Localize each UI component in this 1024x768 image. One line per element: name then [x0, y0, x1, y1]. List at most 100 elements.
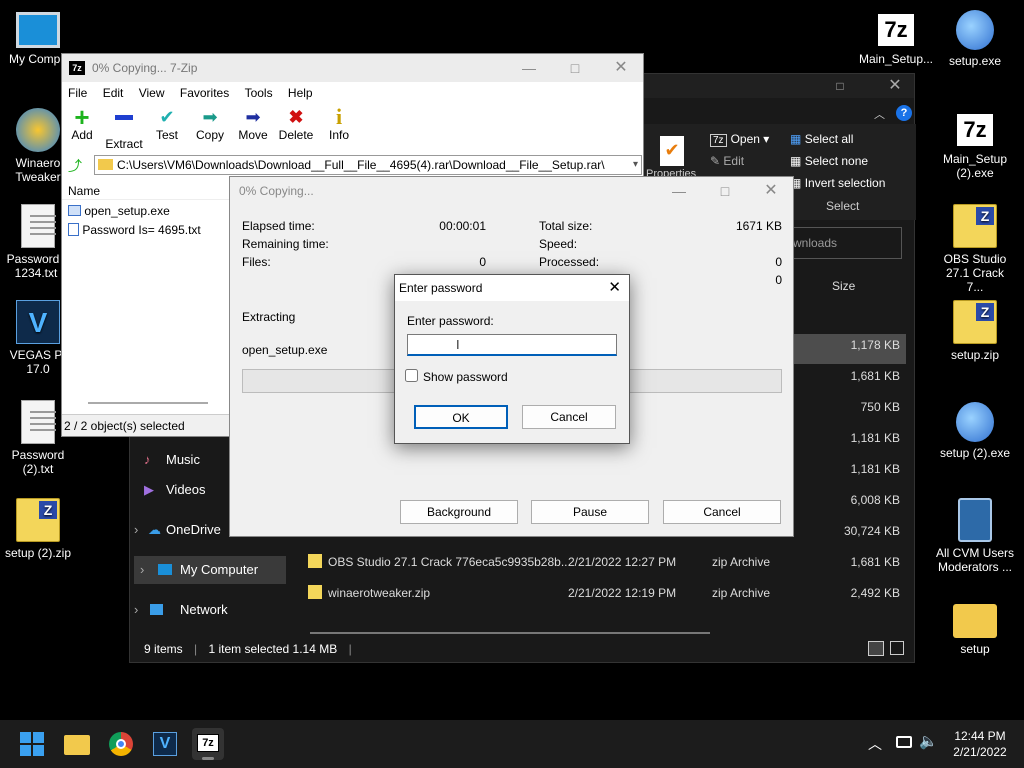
taskbar-vegas[interactable]: V	[149, 728, 181, 760]
move-button[interactable]: ➡ Move	[231, 106, 275, 142]
desktop-icon-setup2-exe[interactable]: setup (2).exe	[937, 402, 1013, 460]
chevron-up-icon[interactable]: ︿	[868, 734, 882, 754]
current-file-name: open_setup.exe	[242, 343, 328, 357]
processed-value: 0	[775, 255, 782, 269]
setup-icon	[956, 402, 994, 442]
edit-button[interactable]: ✎ Edit	[710, 154, 744, 168]
up-arrow-icon[interactable]: ⤴	[68, 156, 82, 176]
desktop-icon-obs-zip[interactable]: OBS Studio 27.1 Crack 7...	[937, 204, 1013, 294]
elapsed-label: Elapsed time:	[242, 219, 315, 233]
desktop-icon-recycle[interactable]: All CVM Users Moderators ...	[932, 498, 1018, 574]
menu-favorites[interactable]: Favorites	[180, 86, 229, 100]
show-password-checkbox[interactable]	[405, 369, 418, 382]
taskbar-chrome[interactable]	[105, 728, 137, 760]
volume-icon[interactable]: 🔈	[919, 732, 938, 750]
nav-item-network[interactable]: › Network	[134, 596, 284, 624]
remaining-label: Remaining time:	[242, 237, 329, 251]
chevron-up-icon[interactable]: ︿	[874, 106, 885, 122]
menu-file[interactable]: File	[68, 86, 87, 100]
running-indicator	[202, 757, 214, 760]
invert-selection-button[interactable]: ▦ Invert selection	[790, 176, 885, 190]
compressed-value: 0	[775, 273, 782, 287]
minimize-icon[interactable]: —	[662, 177, 696, 205]
start-button[interactable]	[16, 728, 48, 760]
delete-button[interactable]: ✖ Delete	[274, 106, 318, 142]
show-password-label: Show password	[423, 370, 508, 384]
enter-password-dialog: Enter password ✕ Enter password: I Show …	[394, 274, 630, 444]
taskbar-7zip[interactable]: 7z	[192, 728, 224, 760]
menu-edit[interactable]: Edit	[103, 86, 124, 100]
close-icon[interactable]: ✕	[604, 54, 638, 82]
details-view-icon[interactable]	[868, 641, 884, 656]
desktop-icon-label: setup (2).exe	[939, 446, 1011, 460]
help-icon[interactable]: ?	[896, 105, 912, 121]
desktop-icon-setup-folder[interactable]: setup	[937, 600, 1013, 656]
status-item-count: 9 items	[144, 642, 183, 656]
column-header-name[interactable]: Name	[62, 180, 229, 200]
list-item[interactable]: Password Is= 4695.txt	[62, 219, 229, 238]
open-button[interactable]: 7z Open ▾	[710, 132, 769, 147]
nav-item-my-computer[interactable]: › My Computer	[134, 556, 286, 584]
list-item[interactable]: open_setup.exe	[62, 200, 229, 219]
desktop-icon-main-setup2[interactable]: 7z Main_Setup (2).exe	[937, 112, 1013, 180]
ribbon-group-label: Select	[826, 199, 860, 213]
close-icon[interactable]: ✕	[880, 74, 910, 98]
size-cell: 30,724 KB	[843, 524, 900, 538]
zip-file-icon	[953, 204, 997, 248]
row-type: zip Archive	[712, 555, 771, 569]
desktop-icon-main-setup[interactable]: 7z Main_Setup...	[858, 12, 934, 66]
tiles-view-icon[interactable]	[890, 641, 904, 655]
desktop-icon-setup-exe[interactable]: setup.exe	[937, 10, 1013, 68]
taskbar-file-explorer[interactable]	[61, 728, 93, 760]
toolbar: + Add Extract ✔ Test ➡ Copy ➡ Move ✖ Delete i…	[62, 104, 643, 154]
close-icon[interactable]: ✕	[608, 275, 621, 301]
folder-icon	[98, 159, 113, 170]
desktop-icon-label: OBS Studio 27.1 Crack 7...	[943, 252, 1007, 294]
table-row[interactable]: OBS Studio 27.1 Crack 776eca5c9935b28b..…	[290, 547, 910, 578]
desktop-icon-setup-zip[interactable]: setup.zip	[937, 300, 1013, 362]
desktop-icon-label: setup	[960, 642, 990, 656]
extract-button[interactable]: Extract	[102, 106, 146, 151]
dialog-title: Enter password	[399, 281, 483, 295]
maximize-icon[interactable]: □	[825, 74, 855, 98]
background-button[interactable]: Background	[400, 500, 518, 524]
size-cell: 1,178 KB	[850, 338, 900, 352]
menu-help[interactable]: Help	[288, 86, 313, 100]
horizontal-scrollbar[interactable]	[88, 402, 208, 404]
horizontal-scrollbar[interactable]	[310, 632, 710, 634]
column-header-size[interactable]: Size	[832, 279, 855, 293]
monitor-icon	[158, 564, 172, 575]
pause-button[interactable]: Pause	[531, 500, 649, 524]
size-cell: 1,681 KB	[850, 369, 900, 383]
cancel-button[interactable]: Cancel	[522, 405, 616, 429]
7zip-icon: 7z	[197, 734, 219, 752]
window-title: 0% Copying...	[239, 184, 314, 198]
close-icon[interactable]: ✕	[754, 177, 788, 205]
clock[interactable]: 12:44 PM 2/21/2022	[945, 728, 1015, 760]
zip-file-icon	[953, 300, 997, 344]
network-status-icon[interactable]	[896, 736, 912, 748]
ok-button[interactable]: OK	[414, 405, 508, 429]
total-size-value: 1671 KB	[735, 219, 782, 233]
select-none-button[interactable]: ▦ Select none	[790, 154, 868, 168]
chevron-down-icon[interactable]: ▾	[633, 156, 638, 174]
elapsed-value: 00:00:01	[439, 219, 486, 233]
maximize-icon[interactable]: □	[558, 54, 592, 82]
minimize-icon[interactable]: —	[512, 54, 546, 82]
password-input[interactable]	[407, 334, 617, 356]
test-button[interactable]: ✔ Test	[145, 106, 189, 142]
maximize-icon[interactable]: □	[708, 177, 742, 205]
search-box[interactable]: wnloads	[780, 227, 902, 259]
menu-tools[interactable]: Tools	[245, 86, 273, 100]
info-button[interactable]: i Info	[317, 106, 361, 143]
cancel-copy-button[interactable]: Cancel	[663, 500, 781, 524]
zip-file-icon	[308, 585, 322, 599]
table-row[interactable]: winaerotweaker.zip 2/21/2022 12:19 PM zi…	[290, 578, 910, 609]
menu-view[interactable]: View	[139, 86, 165, 100]
copy-button[interactable]: ➡ Copy	[188, 106, 232, 142]
select-all-button[interactable]: ▦ Select all	[790, 132, 853, 146]
select-all-icon: ▦	[790, 132, 802, 146]
address-input[interactable]: C:\Users\VM6\Downloads\Download__Full__F…	[94, 155, 642, 175]
add-button[interactable]: + Add	[60, 104, 104, 142]
desktop-icon-setup2-zip[interactable]: setup (2).zip	[0, 498, 76, 560]
